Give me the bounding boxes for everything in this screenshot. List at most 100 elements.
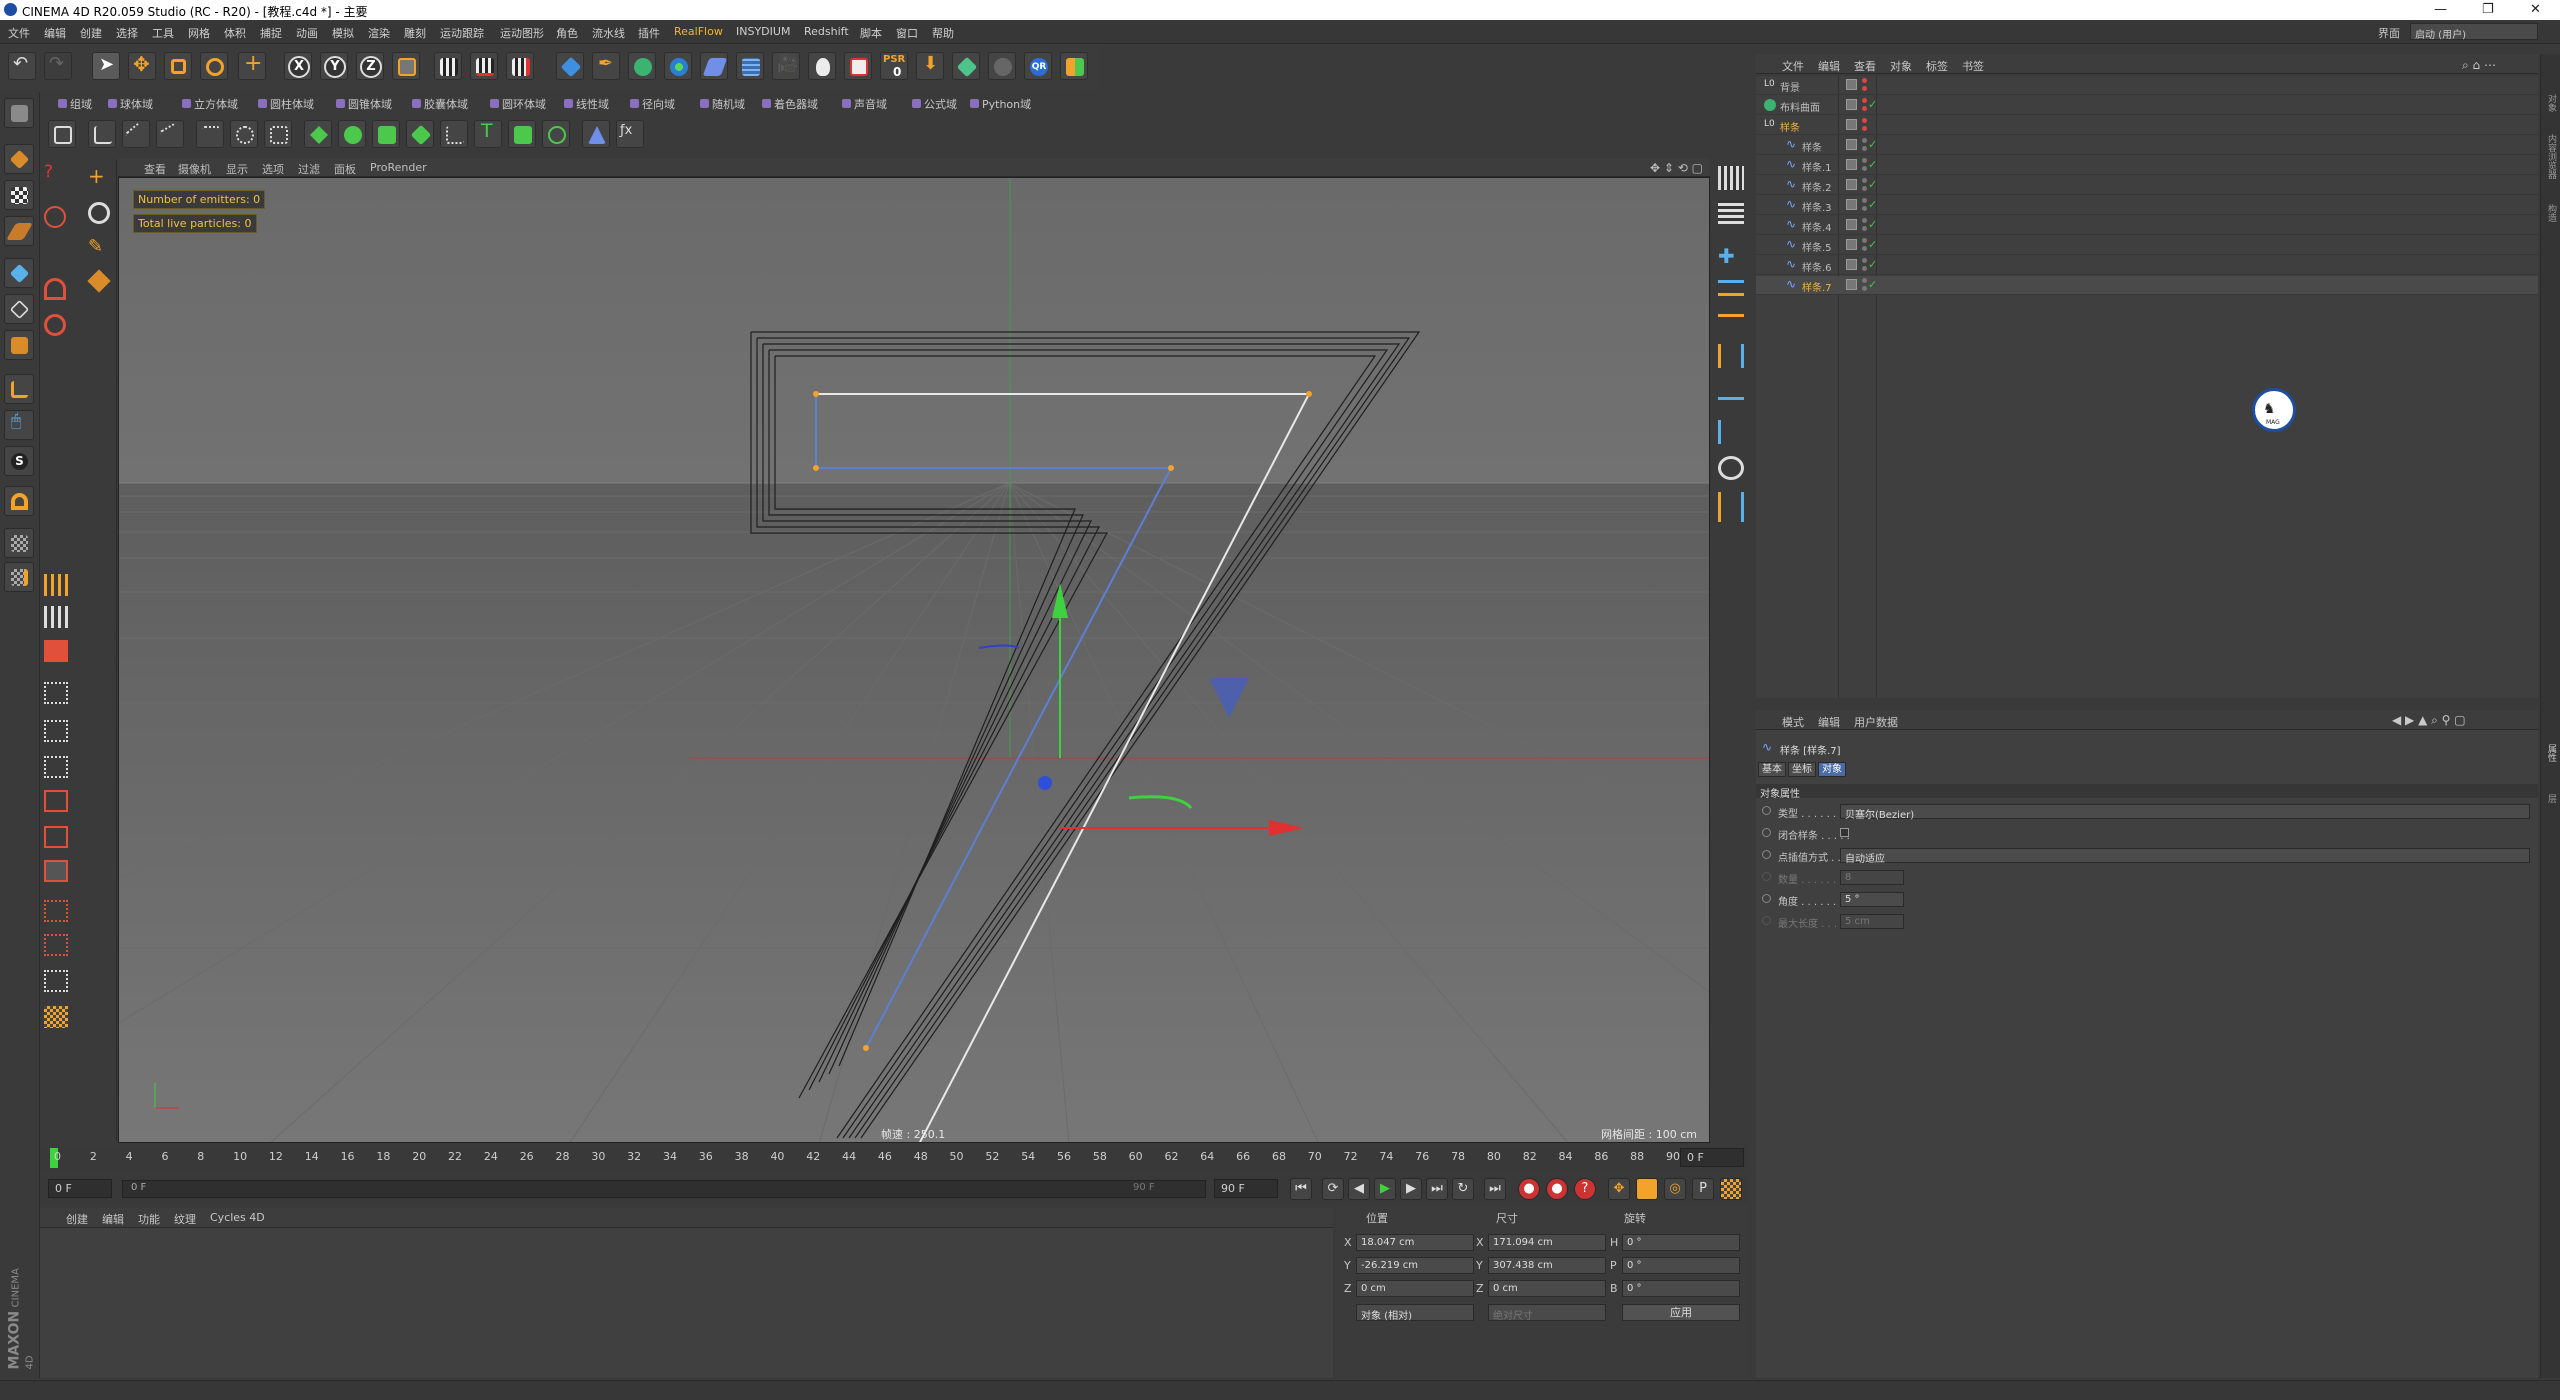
go-to-start-button[interactable]: ⏮ [1290,1178,1312,1200]
end-frame-field[interactable]: 90 F [1214,1179,1278,1198]
object-name[interactable]: 样条.5 [1802,239,1832,254]
move-button[interactable]: ✥ [128,52,156,80]
render-view-button[interactable] [434,52,462,80]
animate-radio-icon[interactable] [1762,894,1771,903]
menu-file[interactable]: 文件 [8,25,30,41]
editor-visibility-icon[interactable] [1862,238,1867,243]
object-row[interactable]: ∿ 样条.4 ✓ [1756,216,2538,235]
field-box[interactable]: 立方体域 [180,96,238,112]
drop-to-floor-button[interactable]: ⬇ [916,52,944,80]
circle-tool-icon[interactable] [88,202,110,224]
enabled-check-icon[interactable]: ✓ [1868,198,1877,211]
spline-tool-15[interactable] [542,120,570,148]
editor-visibility-icon[interactable] [1862,258,1867,263]
rotation-b-field[interactable]: 0 ° [1622,1280,1740,1297]
field-shader[interactable]: 着色器域 [760,96,818,112]
points-tool-3-icon[interactable] [44,640,68,662]
spline-tool-17[interactable]: ƒx [616,120,644,148]
vtab-layers[interactable]: 层 [2544,794,2558,803]
points-tool-9-icon[interactable] [44,860,68,882]
object-name[interactable]: 样条 [1780,119,1800,134]
render-visibility-icon[interactable] [1862,246,1867,251]
points-tool-1-icon[interactable] [44,574,68,596]
render-visibility-icon[interactable] [1862,146,1867,151]
viewport-menu-view[interactable]: 查看 [144,161,166,177]
field-cylinder[interactable]: 圆柱体域 [256,96,314,112]
menu-animate[interactable]: 动画 [296,25,318,41]
field-torus[interactable]: 圆环体域 [488,96,546,112]
menu-plugins[interactable]: 插件 [638,25,660,41]
points-tool-8-icon[interactable] [44,826,68,848]
enabled-check-icon[interactable]: ✓ [1868,138,1877,151]
start-frame-field[interactable]: 0 F [48,1179,112,1198]
field-radial[interactable]: 径向域 [628,96,675,112]
array-button[interactable] [664,52,692,80]
position-z-field[interactable]: 0 cm [1356,1280,1474,1297]
loop-button[interactable]: ⟳ [1322,1178,1344,1200]
menu-help[interactable]: 帮助 [932,25,954,41]
make-editable-button[interactable] [4,98,34,128]
animate-radio-icon[interactable] [1762,806,1771,815]
viewport-menu-display[interactable]: 显示 [226,161,248,177]
size-y-field[interactable]: 307.438 cm [1488,1257,1606,1274]
tab-object[interactable]: 对象 [1818,762,1846,777]
menu-redshift[interactable]: Redshift [804,25,849,38]
material-manager-area[interactable] [40,1228,1333,1378]
menu-edit[interactable]: 编辑 [44,25,66,41]
points-tool-11-icon[interactable] [44,934,68,956]
field-linear[interactable]: 线性域 [562,96,609,112]
vtab-structure[interactable]: 构造 [2544,204,2558,222]
spline-tool-1[interactable] [48,120,76,148]
spline-tool-2[interactable] [88,120,116,148]
field-group[interactable]: 组域 [56,96,92,112]
vtab-attributes[interactable]: 属性 [2544,744,2558,762]
object-row[interactable]: ∿ 样条.5 ✓ [1756,236,2538,255]
view-add-icon[interactable]: ✚ [1718,244,1744,268]
cube-button[interactable] [556,52,584,80]
layer-tag-icon[interactable] [1846,119,1857,130]
texture-mode-button[interactable] [4,180,34,210]
step-forward-button[interactable]: ▶ [1400,1178,1422,1200]
menu-snap[interactable]: 捕捉 [260,25,282,41]
om-menu-bookmarks[interactable]: 书签 [1962,58,1984,74]
view-layout-2-icon[interactable] [1718,200,1744,224]
help-icon[interactable]: ? [44,162,66,184]
pen-button[interactable]: ✒ [592,52,620,80]
enabled-check-icon[interactable]: ✓ [1868,178,1877,191]
object-row[interactable]: ∿ 样条.1 ✓ [1756,156,2538,175]
render-visibility-icon[interactable] [1862,186,1867,191]
editor-visibility-icon[interactable] [1862,138,1867,143]
layer-tag-icon[interactable] [1846,179,1857,190]
layer-tag-icon[interactable] [1846,219,1857,230]
tweak-mode-button[interactable]: 🖱 [4,410,34,440]
layer-tag-icon[interactable] [1846,239,1857,250]
deformer-button[interactable] [700,52,728,80]
bridge-icon[interactable] [44,278,66,300]
viewport-menu-camera[interactable]: 摄像机 [178,161,211,177]
object-name[interactable]: 样条.2 [1802,179,1832,194]
menu-select[interactable]: 选择 [116,25,138,41]
object-row[interactable]: ∿ 样条.6 ✓ [1756,256,2538,275]
animate-radio-icon[interactable] [1762,872,1771,881]
attribute-number-field[interactable]: 5 cm [1840,914,1904,929]
field-cone[interactable]: 圆锥体域 [334,96,392,112]
size-z-field[interactable]: 0 cm [1488,1280,1606,1297]
menu-simulate[interactable]: 模拟 [332,25,354,41]
menu-mesh[interactable]: 网格 [188,25,210,41]
render-visibility-icon[interactable] [1862,166,1867,171]
tab-coord[interactable]: 坐标 [1788,762,1816,777]
close-spline-checkbox[interactable] [1840,828,1849,837]
layer-tag-icon[interactable] [1846,279,1857,290]
position-x-field[interactable]: 18.047 cm [1356,1234,1474,1251]
editor-visibility-icon[interactable] [1862,118,1867,123]
edge-mode-button[interactable] [4,294,34,324]
key-move-button[interactable]: ✥ [1608,1178,1630,1200]
render-picture-button[interactable] [470,52,498,80]
field-capsule[interactable]: 胶囊体域 [410,96,468,112]
viewport-menu-prorender[interactable]: ProRender [370,161,427,174]
editor-visibility-icon[interactable] [1862,218,1867,223]
layer-tag-icon[interactable] [1846,139,1857,150]
object-name[interactable]: 样条.3 [1802,199,1832,214]
loop-mode-button[interactable]: ↻ [1452,1178,1474,1200]
key-pla-button[interactable] [1720,1178,1742,1200]
